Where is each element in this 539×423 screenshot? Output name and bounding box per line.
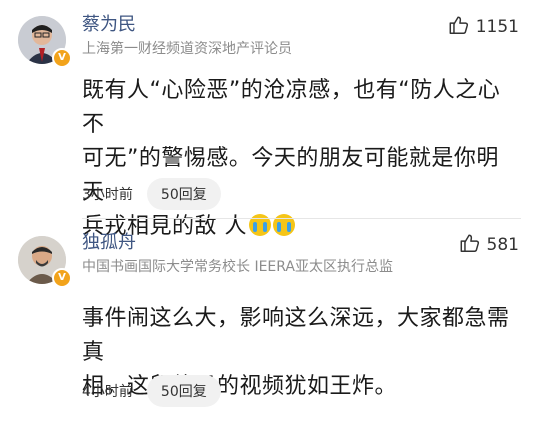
comment-item: V 独孤舟 中国书画国际大学常务校长 IEERA亚太区执行总监 581 事件闹这… [0,218,539,423]
comment-meta: 4小时前 50回复 [82,375,221,407]
comment-item: V 蔡为民 上海第一财经频道资深地产评论员 1151 既有人“心险恶”的沧凉感，… [0,0,539,239]
verified-badge-icon: V [52,268,72,288]
author-title: 上海第一财经频道资深地产评论员 [82,41,292,57]
author-title: 中国书画国际大学常务校长 IEERA亚太区执行总监 [82,259,394,275]
timestamp: 3小时前 [82,187,133,203]
author-name[interactable]: 独孤舟 [82,228,136,254]
reply-count-button[interactable]: 50回复 [146,375,221,407]
like-count: 1151 [475,17,519,37]
like-count: 581 [486,235,519,255]
timestamp: 4小时前 [82,384,133,400]
like-button[interactable]: 581 [459,232,519,258]
comment-line: 既有人“心险恶”的沧凉感，也有“防人之心不 [82,78,501,137]
like-button[interactable]: 1151 [448,14,519,40]
thumbs-up-icon [448,14,470,40]
verified-badge-icon: V [52,48,72,68]
thumbs-up-icon [459,232,481,258]
author-name[interactable]: 蔡为民 [82,10,136,36]
comment-line: 事件闹这么大，影响这么深远，大家都急需真 [82,306,510,365]
reply-count-button[interactable]: 50回复 [146,178,221,210]
comment-meta: 3小时前 50回复 [82,178,221,210]
